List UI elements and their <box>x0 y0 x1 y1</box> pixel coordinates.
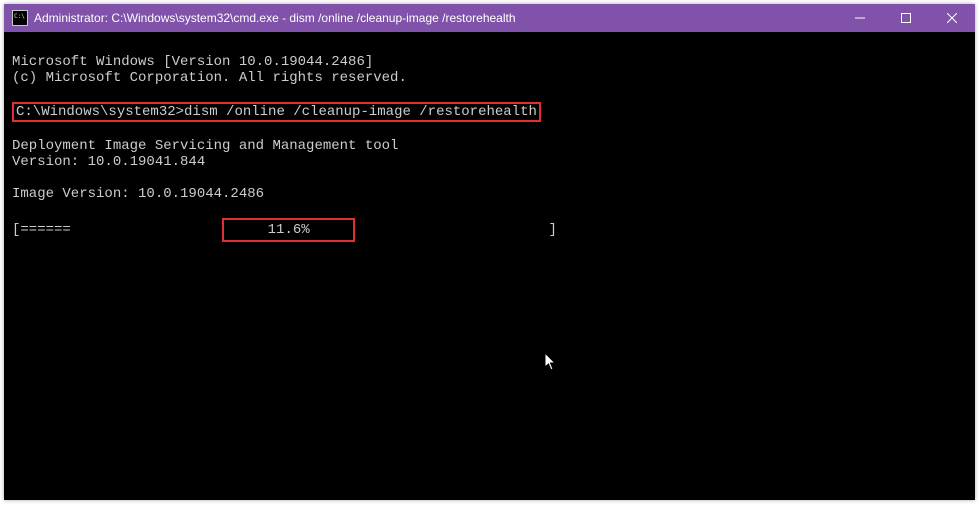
progress-bar-left: [====== <box>12 222 71 238</box>
command-highlight: C:\Windows\system32>dism /online /cleanu… <box>12 102 541 122</box>
progress-line: [====== 11.6% ] <box>12 222 565 238</box>
command-text: dism /online /cleanup-image /restoreheal… <box>184 104 537 120</box>
minimize-icon <box>855 13 865 23</box>
cmd-window: Administrator: C:\Windows\system32\cmd.e… <box>4 4 975 500</box>
copyright-line: (c) Microsoft Corporation. All rights re… <box>12 70 407 86</box>
close-button[interactable] <box>929 4 975 32</box>
prompt-text: C:\Windows\system32> <box>16 104 184 120</box>
terminal-area[interactable]: Microsoft Windows [Version 10.0.19044.24… <box>4 32 975 266</box>
titlebar: Administrator: C:\Windows\system32\cmd.e… <box>4 4 975 32</box>
command-line: C:\Windows\system32>dism /online /cleanu… <box>12 104 541 120</box>
window-controls <box>837 4 975 32</box>
window-title: Administrator: C:\Windows\system32\cmd.e… <box>34 11 837 25</box>
maximize-icon <box>901 13 911 23</box>
close-icon <box>947 13 957 23</box>
cmd-icon <box>12 10 28 26</box>
image-version-line: Image Version: 10.0.19044.2486 <box>12 186 264 202</box>
maximize-button[interactable] <box>883 4 929 32</box>
progress-percent-highlight: 11.6% <box>222 218 355 242</box>
dism-version-line: Version: 10.0.19041.844 <box>12 154 205 170</box>
minimize-button[interactable] <box>837 4 883 32</box>
os-header-line: Microsoft Windows [Version 10.0.19044.24… <box>12 54 373 70</box>
progress-percent: 11.6% <box>268 222 310 238</box>
dism-tool-line: Deployment Image Servicing and Managemen… <box>12 138 398 154</box>
progress-bar-right: ] <box>355 222 565 238</box>
